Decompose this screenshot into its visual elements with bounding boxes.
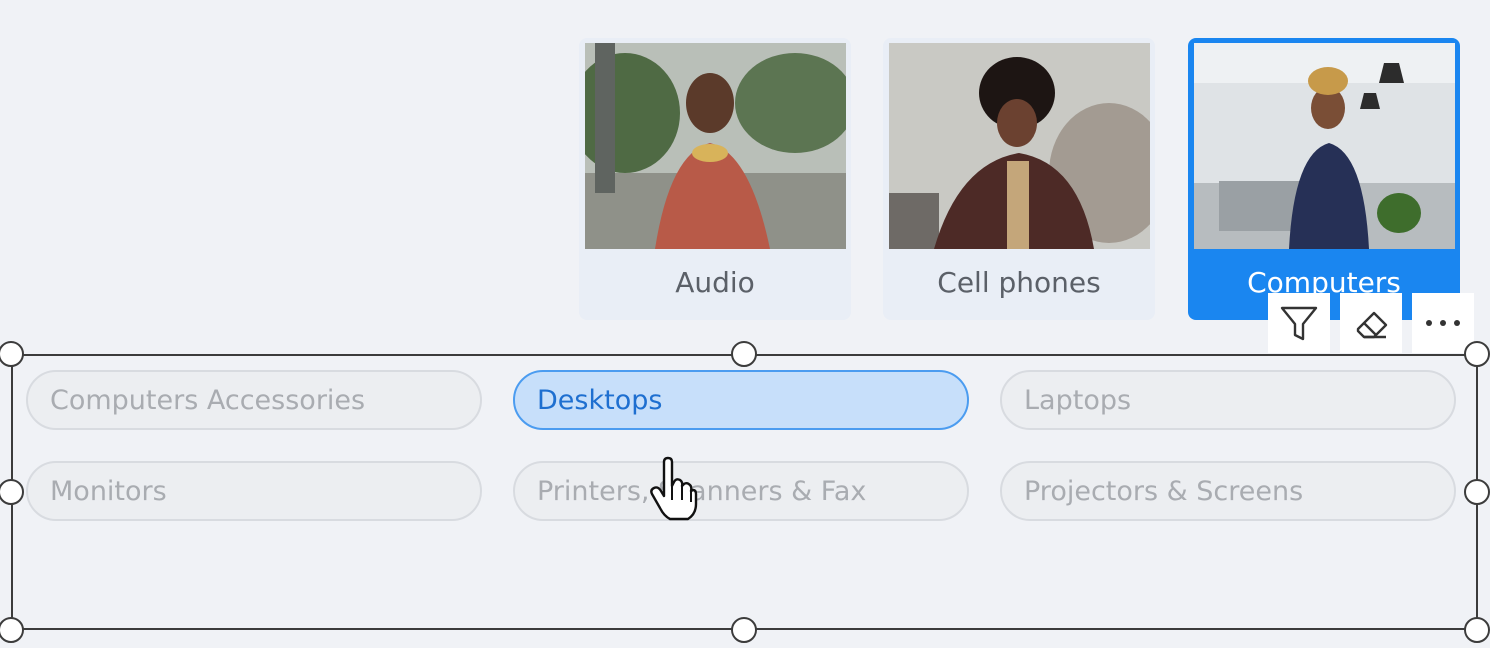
slicer-item-laptops[interactable]: Laptops xyxy=(1000,370,1456,430)
slicer-item-computers-accessories[interactable]: Computers Accessories xyxy=(26,370,482,430)
slicer-item-monitors[interactable]: Monitors xyxy=(26,461,482,521)
filter-button[interactable] xyxy=(1268,293,1330,353)
resize-handle-bottom-right[interactable] xyxy=(1464,617,1490,643)
slicer-item-label: Projectors & Screens xyxy=(1024,475,1304,507)
tile-cell-phones[interactable]: Cell phones xyxy=(883,38,1155,320)
filter-icon xyxy=(1280,306,1318,341)
report-canvas: Audio Cell phones Computers Computers Ac… xyxy=(0,0,1490,648)
audio-photo xyxy=(585,43,846,249)
slicer-item-label: Laptops xyxy=(1024,384,1132,416)
tile-computers[interactable]: Computers xyxy=(1188,38,1460,320)
computers-photo xyxy=(1194,43,1455,249)
slicer-item-label: Desktops xyxy=(537,384,663,416)
resize-handle-bottom[interactable] xyxy=(731,617,757,643)
slicer-item-label: Printers, Scanners & Fax xyxy=(537,475,867,507)
clear-selections-button[interactable] xyxy=(1340,293,1402,353)
hand-pointer-icon xyxy=(650,456,698,521)
tile-label: Audio xyxy=(675,266,755,299)
resize-handle-top-right[interactable] xyxy=(1464,341,1490,367)
resize-handle-right[interactable] xyxy=(1464,479,1490,505)
cell-phones-photo xyxy=(889,43,1150,249)
tile-label: Cell phones xyxy=(937,266,1101,299)
resize-handle-top[interactable] xyxy=(731,341,757,367)
slicer-item-projectors-screens[interactable]: Projectors & Screens xyxy=(1000,461,1456,521)
more-options-button[interactable] xyxy=(1412,293,1474,353)
eraser-icon xyxy=(1356,311,1388,339)
slicer-item-label: Monitors xyxy=(50,475,167,507)
slicer-item-label: Computers Accessories xyxy=(50,384,366,416)
slicer-item-printers-scanners-fax[interactable]: Printers, Scanners & Fax xyxy=(513,461,969,521)
tile-audio[interactable]: Audio xyxy=(579,38,851,320)
more-options-icon xyxy=(1426,320,1460,326)
slicer-item-desktops[interactable]: Desktops xyxy=(513,370,969,430)
visual-header-toolbar xyxy=(1268,293,1474,353)
resize-handle-bottom-left[interactable] xyxy=(0,617,24,643)
